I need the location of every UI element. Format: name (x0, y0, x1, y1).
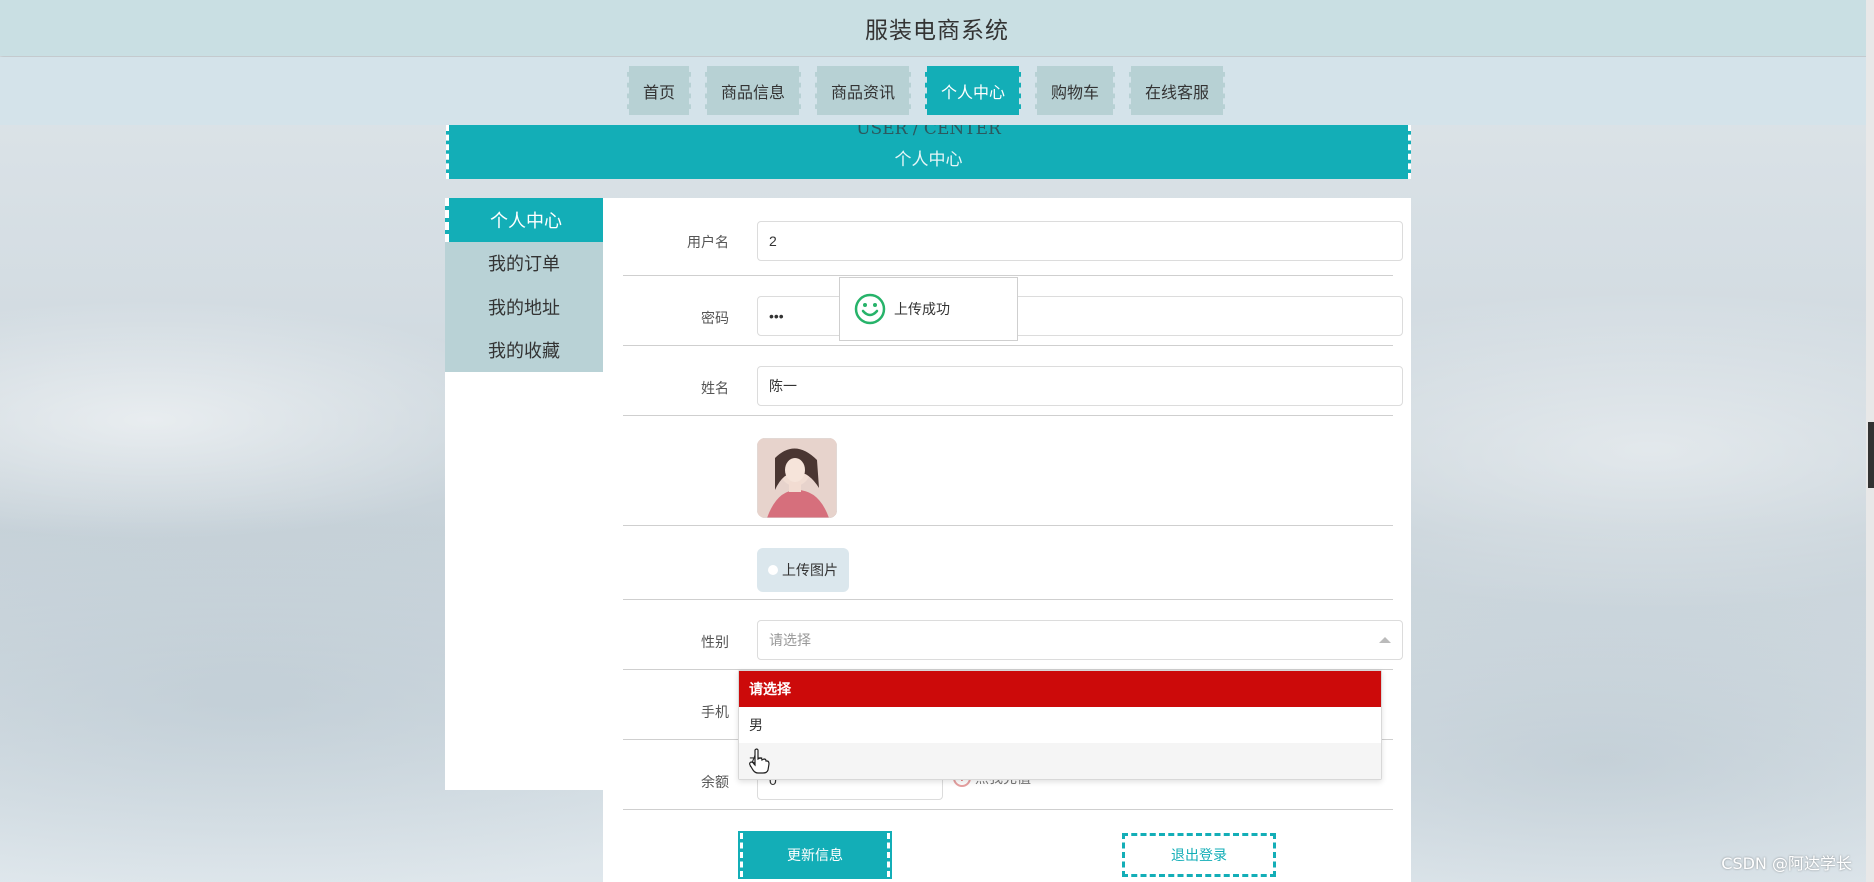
upload-row: 上传图片 (623, 526, 1393, 600)
sidebar-item-user-center[interactable]: 个人中心 (445, 198, 603, 242)
scrollbar-thumb[interactable] (1868, 422, 1874, 488)
username-input[interactable]: 2 (757, 221, 1403, 261)
sidebar-item-addresses[interactable]: 我的地址 (445, 285, 603, 329)
avatar-row (623, 416, 1393, 526)
phone-label: 手机 (701, 705, 729, 721)
hand-cursor-icon (749, 748, 770, 774)
upload-button-label: 上传图片 (782, 563, 838, 579)
name-row: 姓名 陈一 (623, 346, 1403, 416)
site-title: 服装电商系统 (865, 18, 1009, 44)
toast-message: 上传成功 (894, 302, 950, 318)
banner-title-cn: 个人中心 (894, 150, 963, 170)
gender-option-female[interactable]: 女 (739, 743, 1381, 779)
nav-user-center[interactable]: 个人中心 (925, 66, 1021, 115)
gender-option-male[interactable]: 男 (739, 707, 1381, 743)
gender-option-placeholder[interactable]: 请选择 (739, 671, 1381, 707)
page-scrollbar[interactable] (1866, 0, 1874, 882)
gender-dropdown: 请选择 男 女 (738, 670, 1382, 780)
gender-row: 性别 请选择 (623, 600, 1403, 670)
nav-home[interactable]: 首页 (627, 66, 691, 115)
caret-up-icon (1379, 637, 1391, 643)
avatar-image (757, 438, 837, 518)
sidebar-item-orders[interactable]: 我的订单 (445, 241, 603, 285)
nav-news[interactable]: 商品资讯 (815, 66, 911, 115)
gender-select[interactable]: 请选择 (757, 620, 1403, 660)
update-info-button[interactable]: 更新信息 (738, 831, 892, 879)
name-input[interactable]: 陈一 (757, 366, 1403, 406)
smile-icon (854, 293, 886, 325)
sidebar-item-favorites[interactable]: 我的收藏 (445, 328, 603, 372)
name-label: 姓名 (701, 381, 729, 397)
main-nav: 首页 商品信息 商品资讯 个人中心 购物车 在线客服 (0, 57, 1874, 125)
username-row: 用户名 2 (623, 220, 1403, 276)
upload-image-button[interactable]: 上传图片 (757, 548, 849, 592)
username-label: 用户名 (687, 235, 729, 251)
nav-products[interactable]: 商品信息 (705, 66, 801, 115)
gender-label: 性别 (701, 635, 729, 651)
upload-success-toast: 上传成功 (839, 277, 1018, 341)
gender-select-placeholder: 请选择 (769, 632, 811, 648)
site-header: 服装电商系统 (0, 0, 1874, 56)
upload-icon (768, 565, 778, 575)
nav-cart[interactable]: 购物车 (1035, 66, 1115, 115)
password-label: 密码 (701, 311, 729, 327)
logout-button[interactable]: 退出登录 (1122, 833, 1276, 877)
balance-label: 余额 (701, 775, 729, 791)
user-sidebar: 个人中心 我的订单 我的地址 我的收藏 (445, 198, 603, 790)
watermark: CSDN @阿达学长 (1721, 854, 1852, 873)
banner-title-en: USER / CENTER (856, 125, 1001, 139)
page-banner: USER / CENTER 个人中心 (446, 125, 1411, 179)
nav-support[interactable]: 在线客服 (1129, 66, 1225, 115)
